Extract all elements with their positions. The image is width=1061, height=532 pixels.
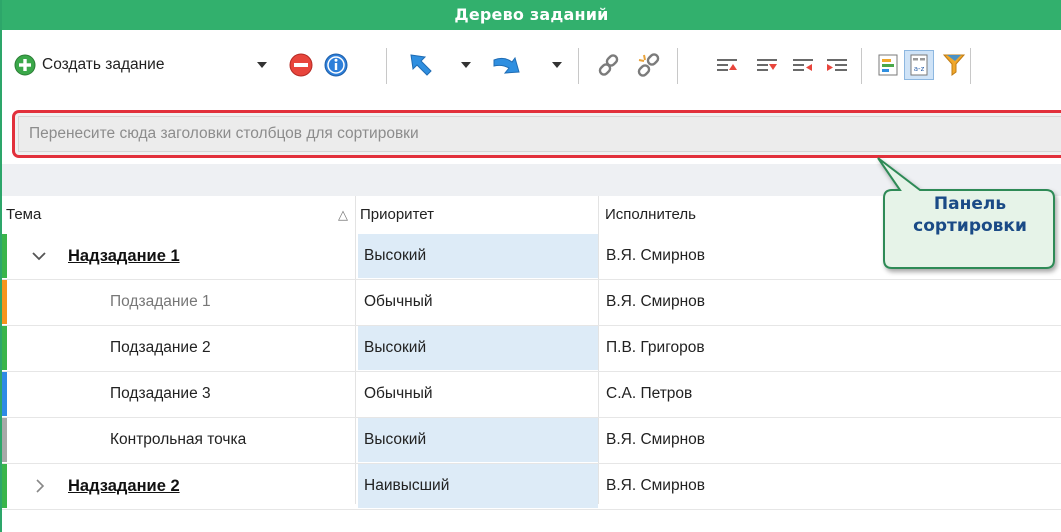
task-subject: Подзадание 3	[110, 385, 211, 402]
sort-panel-placeholder: Перенесите сюда заголовки столбцов для с…	[18, 116, 1061, 152]
create-task-icon	[14, 54, 36, 76]
table-row[interactable]: Подзадание 3 Обычный С.А. Петров	[2, 372, 1061, 417]
task-priority: Обычный	[364, 293, 433, 310]
callout-text: Панель сортировки	[886, 193, 1054, 237]
expand-up-icon	[716, 55, 738, 75]
task-priority: Высокий	[358, 234, 598, 278]
expand-right-button[interactable]	[826, 48, 848, 82]
table-row[interactable]: Подзадание 2 Высокий П.В. Григоров	[2, 326, 1061, 371]
toolbar-separator	[386, 48, 387, 84]
dropdown-arrow-icon	[551, 61, 563, 69]
column-header-subject[interactable]: Тема	[6, 196, 41, 234]
status-marker	[2, 234, 7, 278]
table-row[interactable]: Надзадание 2 Наивысший В.Я. Смирнов	[2, 464, 1061, 509]
column-header-assignee[interactable]: Исполнитель	[605, 196, 696, 234]
move-down-dropdown[interactable]	[551, 48, 563, 82]
status-marker	[2, 372, 7, 416]
delete-icon	[289, 53, 313, 77]
move-down-button[interactable]	[492, 48, 522, 82]
arrow-up-left-icon	[408, 52, 434, 78]
info-button[interactable]	[324, 48, 348, 82]
expand-down-button[interactable]	[756, 48, 778, 82]
filter-button[interactable]	[943, 48, 965, 82]
link-icon	[596, 52, 622, 78]
expand-down-icon	[756, 55, 778, 75]
task-assignee: В.Я. Смирнов	[606, 477, 705, 494]
task-subject: Контрольная точка	[110, 431, 247, 448]
create-task-button[interactable]: Создать задание	[14, 48, 164, 82]
move-up-dropdown[interactable]	[460, 48, 472, 82]
arrow-down-right-icon	[492, 52, 522, 78]
status-marker	[2, 326, 7, 370]
task-subject: Подзадание 2	[110, 339, 211, 356]
task-assignee: В.Я. Смирнов	[606, 247, 705, 264]
task-subject[interactable]: Надзадание 2	[68, 477, 180, 495]
filter-icon	[943, 53, 965, 77]
row-divider	[2, 509, 1061, 510]
sort-ascending-icon: △	[338, 207, 348, 222]
task-subject[interactable]: Надзадание 1	[68, 247, 180, 265]
task-tree-window: Дерево заданий Создать задание a-z Перен…	[0, 0, 1061, 532]
status-marker	[2, 280, 7, 324]
unlink-icon	[636, 52, 662, 78]
unlink-button[interactable]	[636, 48, 662, 82]
column-chooser-button[interactable]	[878, 48, 898, 82]
delete-button[interactable]	[289, 48, 313, 82]
task-priority: Наивысший	[358, 464, 598, 508]
move-up-button[interactable]	[408, 48, 434, 82]
task-assignee: С.А. Петров	[606, 385, 693, 402]
expand-right-icon	[826, 55, 848, 75]
svg-text:a-z: a-z	[914, 65, 925, 73]
collapse-left-button[interactable]	[792, 48, 814, 82]
toolbar-separator	[578, 48, 579, 84]
column-header-priority[interactable]: Приоритет	[360, 196, 434, 234]
task-assignee: В.Я. Смирнов	[606, 293, 705, 310]
window-title: Дерево заданий	[2, 0, 1061, 30]
status-marker	[2, 418, 7, 462]
task-priority: Обычный	[364, 385, 433, 402]
task-priority: Высокий	[358, 418, 598, 462]
toolbar-separator	[861, 48, 862, 84]
task-assignee: В.Я. Смирнов	[606, 431, 705, 448]
task-priority: Высокий	[358, 326, 598, 370]
sort-panel-button[interactable]: a-z	[904, 48, 934, 82]
create-task-dropdown[interactable]	[256, 48, 268, 82]
expand-toggle-icon[interactable]	[32, 234, 46, 278]
task-assignee: П.В. Григоров	[606, 339, 705, 356]
column-chooser-icon	[878, 54, 898, 76]
callout-line-1: Панель	[933, 194, 1007, 214]
table-row[interactable]: Подзадание 1 Обычный В.Я. Смирнов	[2, 280, 1061, 325]
toolbar-separator	[970, 48, 971, 84]
task-subject: Подзадание 1	[110, 293, 211, 310]
expand-up-button[interactable]	[716, 48, 738, 82]
link-button[interactable]	[596, 48, 622, 82]
info-icon	[324, 53, 348, 77]
dropdown-arrow-icon	[460, 61, 472, 69]
toolbar-separator	[677, 48, 678, 84]
expand-toggle-icon[interactable]	[35, 464, 45, 508]
table-row[interactable]: Контрольная точка Высокий В.Я. Смирнов	[2, 418, 1061, 463]
dropdown-arrow-icon	[256, 61, 268, 69]
create-task-label: Создать задание	[42, 56, 165, 73]
collapse-left-icon	[792, 55, 814, 75]
callout-line-2: сортировки	[913, 216, 1027, 236]
sort-panel-icon: a-z	[904, 50, 934, 80]
status-marker	[2, 464, 7, 508]
